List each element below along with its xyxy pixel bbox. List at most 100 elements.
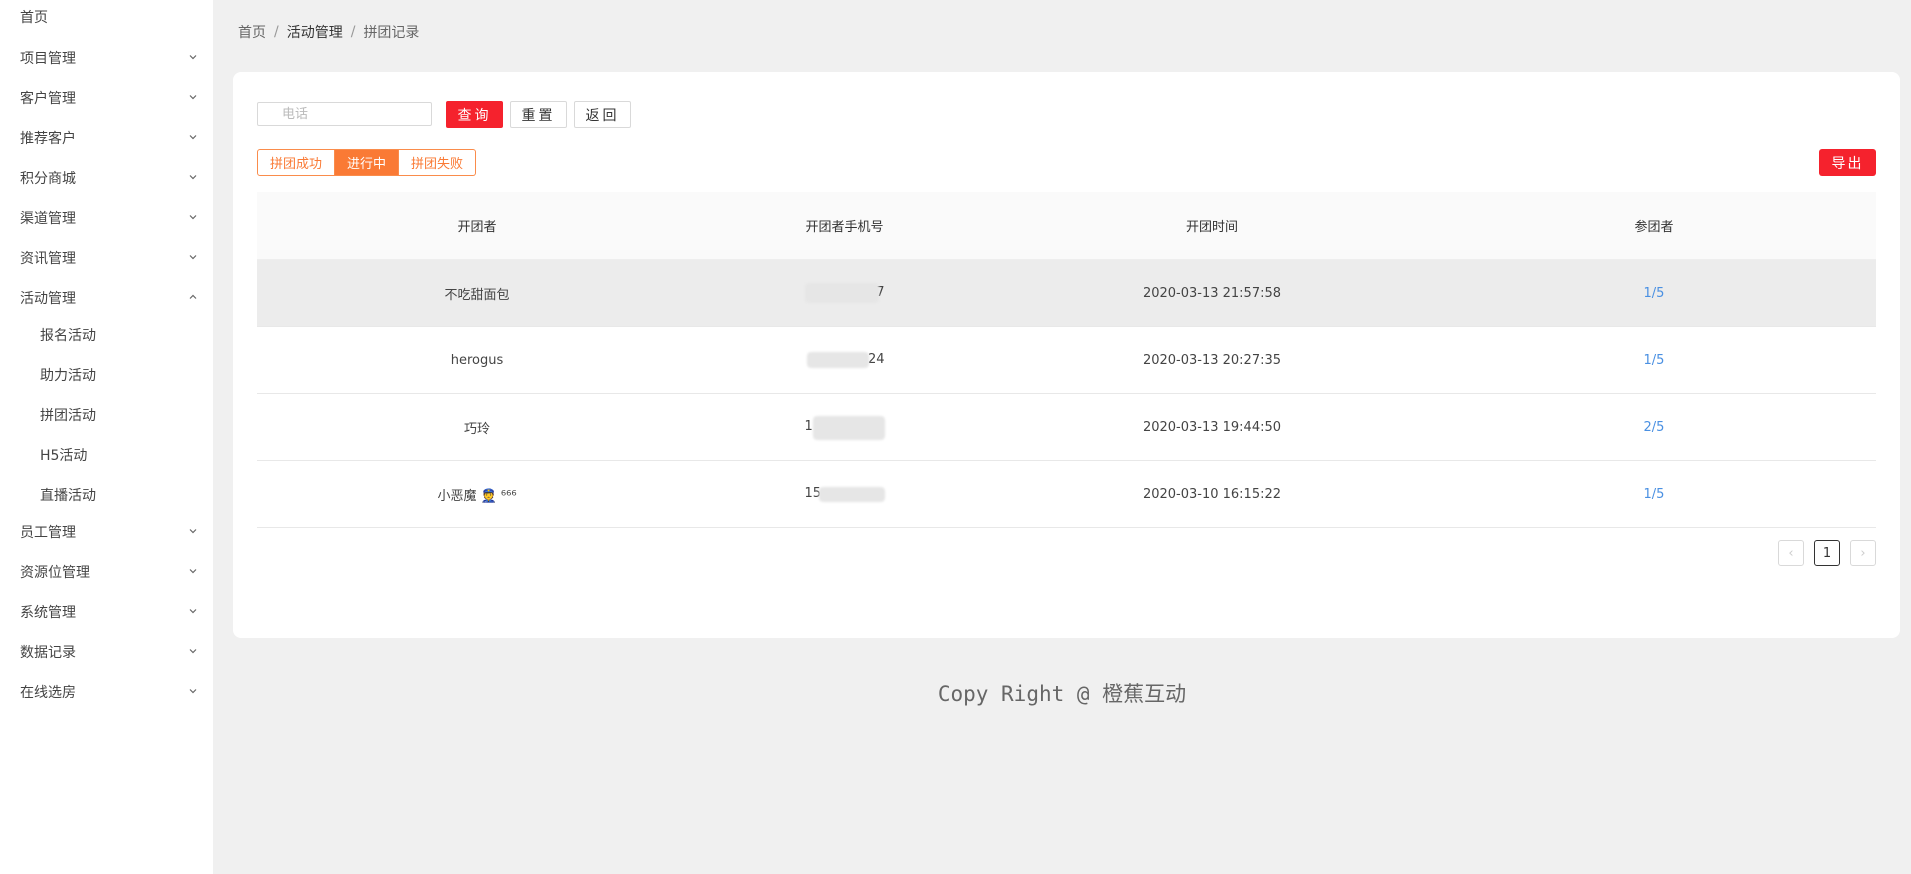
chevron-down-icon xyxy=(189,649,197,654)
column-header-leader: 开团者 xyxy=(457,220,497,235)
table-header: 开团者 开团者手机号 开团时间 参团者 xyxy=(257,192,1876,260)
sidebar-item-online-housing[interactable]: 在线选房 xyxy=(0,672,213,712)
leader-name: 小恶魔 👮 ⁶⁶⁶ xyxy=(437,488,517,504)
members-link[interactable]: 1/5 xyxy=(1644,487,1665,502)
main-card: 查询 重置 返回 拼团成功 进行中 拼团失败 导出 开团者 开团者手机号 开团时… xyxy=(233,72,1900,638)
submenu-item-label: 助力活动 xyxy=(40,368,96,384)
sidebar-item-channels[interactable]: 渠道管理 xyxy=(0,198,213,238)
table-row: herogus 24 2020-03-13 20:27:35 1/5 xyxy=(257,327,1876,394)
start-time: 2020-03-13 21:57:58 xyxy=(1142,285,1282,301)
sidebar-item-label: 资讯管理 xyxy=(20,251,76,267)
sidebar-item-label: 资源位管理 xyxy=(20,565,90,581)
phone-search-input[interactable] xyxy=(257,102,432,126)
start-time: 2020-03-13 20:27:35 xyxy=(1142,352,1282,368)
sidebar-item-points-mall[interactable]: 积分商城 xyxy=(0,158,213,198)
tab-success[interactable]: 拼团成功 xyxy=(257,149,336,176)
breadcrumb-separator: / xyxy=(274,24,279,40)
sidebar-item-news[interactable]: 资讯管理 xyxy=(0,238,213,278)
submenu-item-signup[interactable]: 报名活动 xyxy=(0,315,213,355)
tab-failed[interactable]: 拼团失败 xyxy=(399,149,477,176)
submenu-item-label: 拼团活动 xyxy=(40,408,96,424)
sidebar-item-data-records[interactable]: 数据记录 xyxy=(0,632,213,672)
sidebar-item-label: 在线选房 xyxy=(20,685,76,701)
sidebar-item-projects[interactable]: 项目管理 xyxy=(0,38,213,78)
chevron-down-icon xyxy=(189,609,197,614)
sidebar-item-customers[interactable]: 客户管理 xyxy=(0,78,213,118)
submenu-item-label: 报名活动 xyxy=(40,328,96,344)
start-time: 2020-03-13 19:44:50 xyxy=(1142,419,1282,435)
sidebar-item-label: 系统管理 xyxy=(20,605,76,621)
phone-blur xyxy=(812,416,885,440)
phone-blur xyxy=(818,487,885,502)
breadcrumb-section[interactable]: 活动管理 xyxy=(287,22,343,42)
tab-in-progress[interactable]: 进行中 xyxy=(335,149,400,176)
sidebar-item-label: 数据记录 xyxy=(20,645,76,661)
sidebar-item-label: 渠道管理 xyxy=(20,211,76,227)
sidebar-item-label: 活动管理 xyxy=(20,291,76,307)
sidebar-item-staff[interactable]: 员工管理 xyxy=(0,512,213,552)
sidebar-item-label: 积分商城 xyxy=(20,171,76,187)
leader-phone: 1 xyxy=(697,416,992,440)
chevron-down-icon xyxy=(189,95,197,100)
sidebar-item-label: 员工管理 xyxy=(20,525,76,541)
sidebar: 首页 项目管理 客户管理 推荐客户 积分商城 渠道管理 资讯管理 活动管理 报名… xyxy=(0,0,213,874)
members-link[interactable]: 1/5 xyxy=(1644,286,1665,301)
submenu-item-assist[interactable]: 助力活动 xyxy=(0,355,213,395)
page-number-button[interactable]: 1 xyxy=(1814,540,1840,566)
breadcrumb: 首页 / 活动管理 / 拼团记录 xyxy=(238,22,419,42)
members-link[interactable]: 2/5 xyxy=(1644,420,1665,435)
breadcrumb-separator: / xyxy=(350,24,356,40)
submenu-item-live[interactable]: 直播活动 xyxy=(0,475,213,515)
phone-visible-digits: 24 xyxy=(867,352,885,367)
sidebar-item-activities[interactable]: 活动管理 xyxy=(0,278,213,318)
sidebar-item-label: 项目管理 xyxy=(20,51,76,67)
group-records-table: 开团者 开团者手机号 开团时间 参团者 不吃甜面包 7 2020-03-13 2… xyxy=(257,192,1876,528)
leader-name: herogus xyxy=(450,352,504,368)
sidebar-item-referrals[interactable]: 推荐客户 xyxy=(0,118,213,158)
sidebar-item-label: 推荐客户 xyxy=(20,131,76,147)
members-link[interactable]: 1/5 xyxy=(1644,353,1665,368)
column-header-start-time: 开团时间 xyxy=(1185,220,1238,235)
chevron-down-icon xyxy=(189,135,197,140)
leader-name: 不吃甜面包 xyxy=(444,287,510,303)
sidebar-item-label: 首页 xyxy=(20,10,48,26)
leader-name: 巧玲 xyxy=(463,421,490,437)
sidebar-item-home[interactable]: 首页 xyxy=(0,0,213,37)
copyright-footer: Copy Right @ 橙蕉互动 xyxy=(937,682,1187,706)
submenu-item-group-buy[interactable]: 拼团活动 xyxy=(0,395,213,435)
sidebar-item-resource-slots[interactable]: 资源位管理 xyxy=(0,552,213,592)
back-button[interactable]: 返回 xyxy=(574,101,631,128)
leader-phone: 7 xyxy=(697,282,992,304)
submenu-item-label: 直播活动 xyxy=(40,488,96,504)
table-row: 小恶魔 👮 ⁶⁶⁶ 15 2020-03-10 16:15:22 1/5 xyxy=(257,461,1876,528)
leader-phone: 24 xyxy=(697,349,992,371)
chevron-down-icon xyxy=(189,689,197,694)
status-tabs: 拼团成功 进行中 拼团失败 xyxy=(257,149,477,176)
breadcrumb-home[interactable]: 首页 xyxy=(238,22,266,42)
table-row: 巧玲 1 2020-03-13 19:44:50 2/5 xyxy=(257,394,1876,461)
prev-page-button[interactable]: ‹ xyxy=(1778,540,1804,566)
sidebar-item-system[interactable]: 系统管理 xyxy=(0,592,213,632)
submenu-item-h5[interactable]: H5活动 xyxy=(0,435,213,475)
export-button[interactable]: 导出 xyxy=(1819,149,1876,176)
pagination: ‹ 1 › xyxy=(1778,540,1876,566)
chevron-down-icon xyxy=(189,569,197,574)
query-button[interactable]: 查询 xyxy=(446,101,503,128)
chevron-down-icon xyxy=(189,175,197,180)
submenu-item-label: H5活动 xyxy=(40,448,88,464)
table-row: 不吃甜面包 7 2020-03-13 21:57:58 1/5 xyxy=(257,260,1876,327)
chevron-down-icon xyxy=(189,55,197,60)
chevron-down-icon xyxy=(189,255,197,260)
sidebar-item-label: 客户管理 xyxy=(20,91,76,107)
reset-button[interactable]: 重置 xyxy=(510,101,567,128)
phone-visible-digits: 1 xyxy=(804,419,813,434)
phone-blur xyxy=(804,283,879,303)
masked-phone: 1 xyxy=(804,416,885,440)
column-header-leader-phone: 开团者手机号 xyxy=(805,220,884,235)
masked-phone: 7 xyxy=(804,282,885,304)
masked-phone: 15 xyxy=(805,483,885,505)
chevron-down-icon xyxy=(189,215,197,220)
phone-blur xyxy=(806,352,869,368)
start-time: 2020-03-10 16:15:22 xyxy=(1142,486,1282,502)
next-page-button[interactable]: › xyxy=(1850,540,1876,566)
